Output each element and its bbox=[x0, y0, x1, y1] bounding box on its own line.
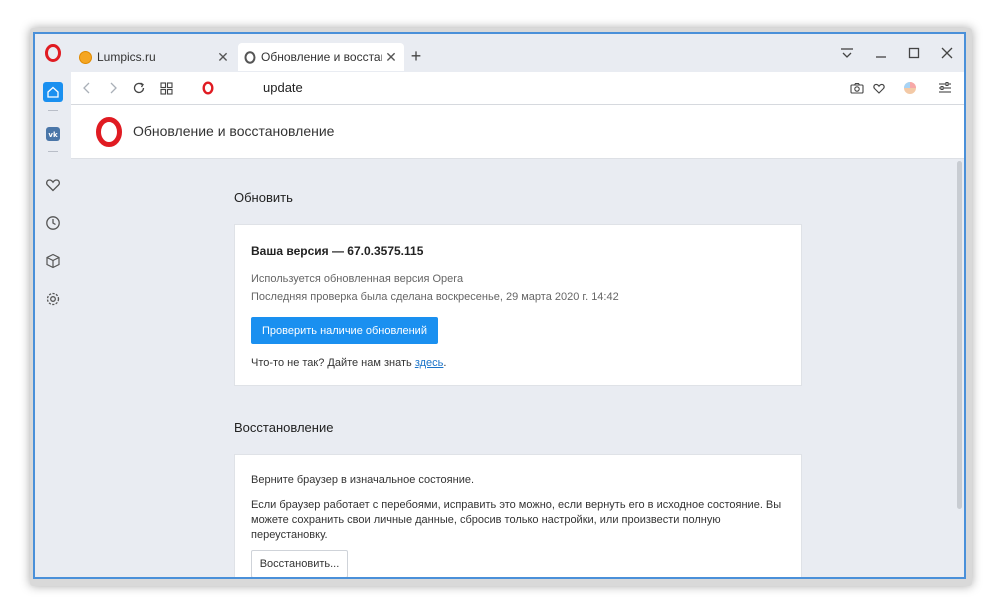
tab-menu-button[interactable] bbox=[835, 42, 859, 64]
close-tab-icon[interactable]: ✕ bbox=[382, 49, 400, 66]
opera-favicon-icon bbox=[244, 50, 256, 64]
minimize-button[interactable] bbox=[869, 42, 893, 64]
url-field[interactable]: update bbox=[263, 80, 303, 95]
lumpics-favicon-icon bbox=[79, 50, 92, 64]
tab-menu-icon bbox=[841, 48, 853, 58]
version-label: Ваша версия — 67.0.3575.115 bbox=[251, 244, 424, 258]
close-tab-icon[interactable]: ✕ bbox=[214, 49, 232, 66]
vk-icon: vk bbox=[46, 127, 60, 141]
address-bar: update bbox=[71, 72, 964, 105]
opera-logo-icon bbox=[202, 81, 214, 95]
svg-text:vk: vk bbox=[48, 131, 58, 139]
feedback-text: Что-то не так? Дайте нам знать здесь. bbox=[251, 357, 446, 369]
maximize-button[interactable] bbox=[902, 42, 926, 64]
sidebar-item-settings[interactable] bbox=[43, 289, 63, 309]
check-updates-button[interactable]: Проверить наличие обновлений bbox=[251, 317, 438, 344]
opera-logo-icon bbox=[96, 117, 122, 147]
bookmark-button[interactable] bbox=[869, 78, 889, 98]
sidebar-item-favorites[interactable] bbox=[43, 175, 63, 195]
tab-title: Lumpics.ru bbox=[97, 50, 156, 64]
sidebar-more-button[interactable] bbox=[43, 572, 63, 577]
clock-icon bbox=[46, 216, 60, 230]
recovery-intro: Верните браузер в изначальное состояние. bbox=[251, 474, 475, 486]
back-button[interactable] bbox=[77, 78, 97, 98]
reload-button[interactable] bbox=[129, 78, 149, 98]
update-status: Используется обновленная версия Opera bbox=[251, 273, 464, 285]
heart-icon bbox=[46, 179, 60, 192]
sidebar: vk bbox=[35, 72, 71, 577]
settings-sliders-icon bbox=[939, 82, 951, 93]
new-tab-button[interactable]: + bbox=[406, 46, 426, 66]
heart-icon bbox=[873, 83, 885, 94]
scrollbar[interactable] bbox=[957, 161, 962, 509]
sidebar-item-history[interactable] bbox=[43, 213, 63, 233]
recovery-section-title: Восстановление bbox=[234, 420, 334, 435]
tab-lumpics[interactable]: Lumpics.ru ✕ bbox=[73, 43, 236, 71]
page-content: Обновление и восстановление Обновить Ваш… bbox=[71, 105, 964, 577]
restore-button[interactable]: Восстановить... bbox=[251, 550, 348, 577]
close-window-button[interactable] bbox=[935, 42, 959, 64]
forward-button[interactable] bbox=[103, 78, 123, 98]
recovery-description: Если браузер работает с перебоями, испра… bbox=[251, 499, 782, 541]
avatar-icon bbox=[904, 82, 916, 94]
profile-button[interactable] bbox=[900, 78, 920, 98]
sidebar-divider bbox=[48, 110, 58, 111]
update-card: Ваша версия — 67.0.3575.115 Используется… bbox=[234, 224, 802, 386]
gear-icon bbox=[46, 292, 60, 306]
chevron-left-icon bbox=[83, 82, 90, 94]
cube-icon bbox=[46, 253, 60, 269]
easy-setup-button[interactable] bbox=[935, 78, 955, 98]
opera-menu-button[interactable] bbox=[43, 43, 63, 63]
close-icon bbox=[941, 47, 953, 59]
page-header: Обновление и восстановление bbox=[71, 105, 964, 159]
sidebar-divider bbox=[48, 151, 58, 152]
tabs-grid-button[interactable] bbox=[156, 78, 176, 98]
opera-logo-icon bbox=[45, 44, 61, 62]
feedback-link[interactable]: здесь bbox=[415, 357, 444, 369]
grid-icon bbox=[159, 81, 173, 95]
tab-update[interactable]: Обновление и восстановл ✕ bbox=[238, 43, 404, 71]
update-section-title: Обновить bbox=[234, 190, 293, 205]
sidebar-item-vk[interactable]: vk bbox=[43, 124, 63, 144]
sidebar-item-extensions[interactable] bbox=[43, 251, 63, 271]
minimize-icon bbox=[876, 56, 886, 58]
sidebar-item-home[interactable] bbox=[43, 82, 63, 102]
recovery-card: Верните браузер в изначальное состояние.… bbox=[234, 454, 802, 577]
site-info-button[interactable] bbox=[198, 78, 218, 98]
feedback-suffix: . bbox=[443, 357, 447, 369]
home-icon bbox=[47, 86, 59, 98]
title-bar: Lumpics.ru ✕ Обновление и восстановл ✕ + bbox=[35, 34, 964, 72]
tab-title: Обновление и восстановл bbox=[261, 50, 382, 64]
snapshot-button[interactable] bbox=[847, 78, 867, 98]
page-title: Обновление и восстановление bbox=[133, 123, 335, 139]
last-check-text: Последняя проверка была сделана воскресе… bbox=[251, 291, 619, 303]
maximize-icon bbox=[908, 47, 920, 59]
feedback-prefix: Что-то не так? Дайте нам знать bbox=[251, 357, 415, 369]
reload-icon bbox=[133, 82, 145, 94]
chevron-right-icon bbox=[110, 82, 117, 94]
camera-icon bbox=[850, 82, 864, 94]
browser-window: Lumpics.ru ✕ Обновление и восстановл ✕ +… bbox=[33, 32, 966, 579]
